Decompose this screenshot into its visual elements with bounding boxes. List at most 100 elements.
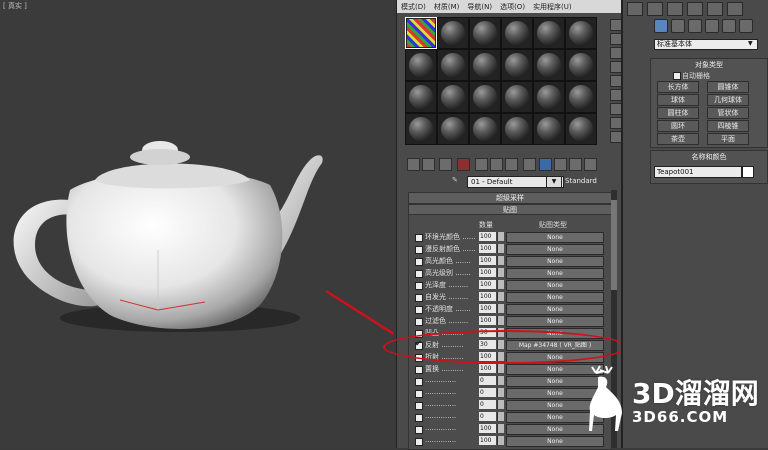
amount-spinner[interactable]	[497, 364, 504, 373]
map-enable-checkbox[interactable]	[415, 390, 423, 398]
object-type-button[interactable]: 几何球体	[707, 94, 749, 106]
material-sample-slot[interactable]	[469, 113, 501, 145]
amount-spinner[interactable]	[497, 412, 504, 421]
map-enable-checkbox[interactable]	[415, 366, 423, 374]
map-enable-checkbox[interactable]	[415, 258, 423, 266]
object-type-button[interactable]: 茶壶	[657, 133, 699, 145]
amount-spinner[interactable]	[497, 304, 504, 313]
menu-options[interactable]: 选项(O)	[496, 0, 529, 13]
motion-tab-icon[interactable]	[687, 2, 703, 16]
amount-spinner[interactable]	[497, 436, 504, 445]
hierarchy-tab-icon[interactable]	[667, 2, 683, 16]
map-slot-button[interactable]: None	[506, 268, 604, 279]
material-sample-slot[interactable]	[565, 49, 597, 81]
material-sample-slot[interactable]	[533, 113, 565, 145]
amount-spinner[interactable]	[497, 268, 504, 277]
map-amount-field[interactable]: 0	[479, 400, 496, 409]
map-amount-field[interactable]: 100	[479, 364, 496, 373]
map-slot-button[interactable]: None	[506, 292, 604, 303]
material-sample-slot[interactable]	[405, 17, 437, 49]
material-sample-slot[interactable]	[437, 113, 469, 145]
map-enable-checkbox[interactable]	[415, 438, 423, 446]
object-type-button[interactable]: 圆锥体	[707, 81, 749, 93]
put-material-icon[interactable]	[422, 158, 435, 171]
display-tab-icon[interactable]	[707, 2, 723, 16]
map-amount-field[interactable]: 0	[479, 376, 496, 385]
amount-spinner[interactable]	[497, 292, 504, 301]
map-amount-field[interactable]: 0	[479, 412, 496, 421]
material-sample-slot[interactable]	[565, 81, 597, 113]
amount-spinner[interactable]	[497, 232, 504, 241]
material-sample-slot[interactable]	[565, 113, 597, 145]
material-id-icon[interactable]	[523, 158, 536, 171]
amount-spinner[interactable]	[497, 256, 504, 265]
map-amount-field[interactable]: 100	[479, 316, 496, 325]
map-amount-field[interactable]: 0	[479, 388, 496, 397]
map-slot-button[interactable]: None	[506, 280, 604, 291]
helpers-icon[interactable]	[722, 19, 736, 33]
material-sample-slot[interactable]	[405, 113, 437, 145]
amount-spinner[interactable]	[497, 424, 504, 433]
object-name-field[interactable]: Teapot001	[654, 166, 742, 178]
material-sample-slot[interactable]	[533, 17, 565, 49]
material-sample-slot[interactable]	[565, 17, 597, 49]
amount-spinner[interactable]	[497, 280, 504, 289]
menu-mode[interactable]: 模式(D)	[397, 0, 430, 13]
map-enable-checkbox[interactable]	[415, 246, 423, 254]
map-amount-field[interactable]: 100	[479, 304, 496, 313]
material-type-button[interactable]: Standard	[565, 177, 597, 185]
reset-map-icon[interactable]	[457, 158, 470, 171]
supersampling-rollout[interactable]: 超级采样	[408, 192, 612, 204]
material-sample-slot[interactable]	[405, 49, 437, 81]
map-slot-button[interactable]: None	[506, 232, 604, 243]
put-to-library-icon[interactable]	[505, 158, 518, 171]
menu-material[interactable]: 材质(M)	[430, 0, 464, 13]
utilities-tab-icon[interactable]	[727, 2, 743, 16]
material-sample-slot[interactable]	[469, 81, 501, 113]
copy-material-icon[interactable]	[475, 158, 488, 171]
material-sample-slot[interactable]	[469, 17, 501, 49]
shapes-icon[interactable]	[671, 19, 685, 33]
make-unique-icon[interactable]	[490, 158, 503, 171]
map-enable-checkbox[interactable]	[415, 318, 423, 326]
map-slot-button[interactable]: None	[506, 436, 604, 447]
go-forward-sibling-icon[interactable]	[584, 158, 597, 171]
menu-navigation[interactable]: 导航(N)	[463, 0, 496, 13]
chevron-down-icon[interactable]: ▼	[546, 176, 562, 188]
map-enable-checkbox[interactable]	[415, 306, 423, 314]
geometry-icon[interactable]	[654, 19, 668, 33]
map-amount-field[interactable]: 100	[479, 232, 496, 241]
eyedropper-icon[interactable]: ✎	[452, 176, 462, 186]
material-sample-slot[interactable]	[437, 49, 469, 81]
category-dropdown[interactable]: 标准基本体	[654, 39, 758, 50]
object-type-button[interactable]: 圆柱体	[657, 107, 699, 119]
map-amount-field[interactable]: 100	[479, 268, 496, 277]
material-sample-slot[interactable]	[405, 81, 437, 113]
map-amount-field[interactable]: 100	[479, 292, 496, 301]
map-enable-checkbox[interactable]	[415, 378, 423, 386]
map-slot-button[interactable]: None	[506, 256, 604, 267]
autogrid-checkbox[interactable]	[673, 72, 681, 80]
material-sample-slot[interactable]	[437, 81, 469, 113]
map-amount-field[interactable]: 100	[479, 424, 496, 433]
material-sample-slot[interactable]	[533, 81, 565, 113]
object-type-button[interactable]: 管状体	[707, 107, 749, 119]
show-end-result-icon[interactable]	[554, 158, 567, 171]
object-type-button[interactable]: 长方体	[657, 81, 699, 93]
get-material-icon[interactable]	[407, 158, 420, 171]
create-tab-icon[interactable]	[627, 2, 643, 16]
map-enable-checkbox[interactable]	[415, 270, 423, 278]
space-warps-icon[interactable]	[739, 19, 753, 33]
menu-utilities[interactable]: 实用程序(U)	[529, 0, 576, 13]
material-sample-slot[interactable]	[501, 113, 533, 145]
map-amount-field[interactable]: 100	[479, 436, 496, 445]
amount-spinner[interactable]	[497, 388, 504, 397]
object-type-button[interactable]: 平面	[707, 133, 749, 145]
object-type-button[interactable]: 四棱锥	[707, 120, 749, 132]
map-enable-checkbox[interactable]	[415, 282, 423, 290]
material-sample-slot[interactable]	[533, 49, 565, 81]
amount-spinner[interactable]	[497, 400, 504, 409]
material-sample-slot[interactable]	[469, 49, 501, 81]
object-type-button[interactable]: 球体	[657, 94, 699, 106]
lights-icon[interactable]	[688, 19, 702, 33]
